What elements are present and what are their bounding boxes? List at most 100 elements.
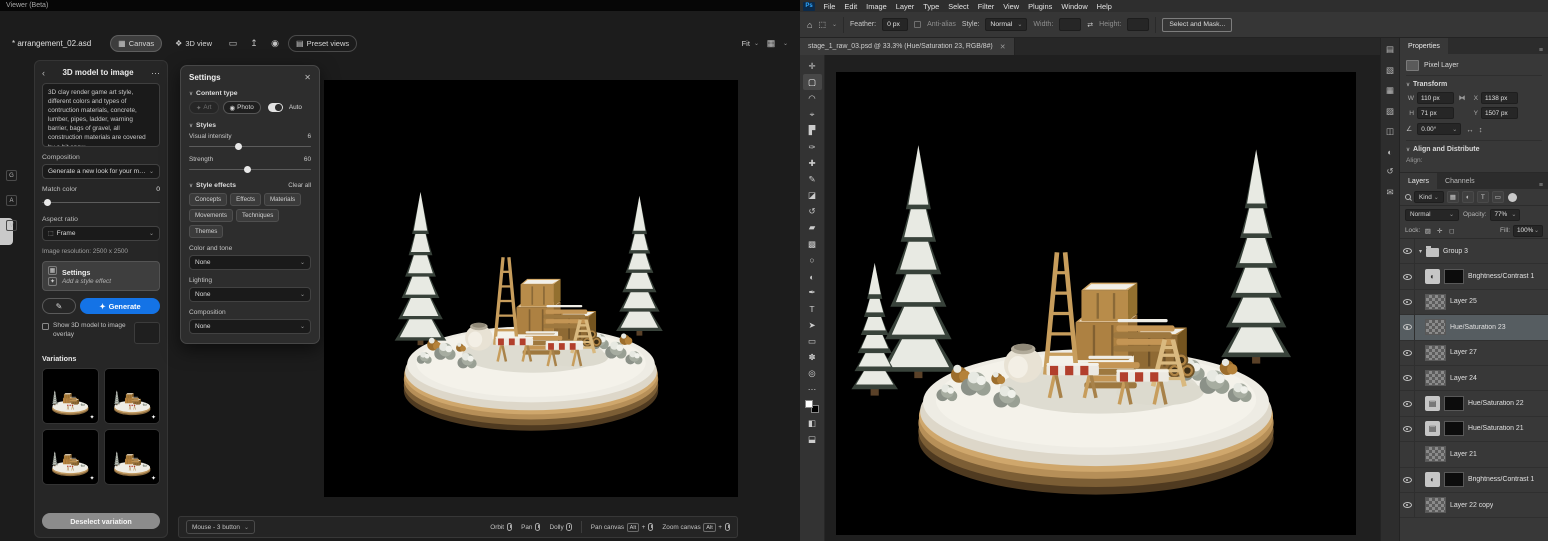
- generate-button[interactable]: ✦ Generate: [80, 298, 160, 314]
- chevron-down-icon[interactable]: ∨: [189, 91, 193, 97]
- visibility-toggle[interactable]: [1400, 315, 1415, 340]
- width-input[interactable]: [1059, 18, 1082, 31]
- adjustments-panel-icon[interactable]: ◐: [1387, 147, 1392, 157]
- menu-edit[interactable]: Edit: [840, 2, 862, 11]
- chip-effects[interactable]: Effects: [230, 193, 261, 206]
- antialias-checkbox[interactable]: [914, 21, 922, 28]
- viewer-3d-canvas[interactable]: [324, 80, 738, 497]
- menu-view[interactable]: View: [999, 2, 1024, 11]
- clone-stamp-tool[interactable]: ◪: [803, 188, 822, 204]
- layer-thumbnail[interactable]: [1425, 446, 1446, 463]
- lock-position-icon[interactable]: ✛: [1435, 227, 1444, 235]
- link-icon[interactable]: ⧓: [1457, 94, 1467, 102]
- variation-thumbnail[interactable]: ✦: [103, 429, 160, 485]
- patterns-panel-icon[interactable]: ▨: [1386, 106, 1394, 117]
- blur-tool[interactable]: ○: [803, 252, 822, 268]
- visibility-toggle[interactable]: [1400, 391, 1415, 416]
- menu-type[interactable]: Type: [919, 2, 944, 11]
- select-and-mask-button[interactable]: Select and Mask...: [1162, 17, 1233, 32]
- object-selection-tool[interactable]: ⌖: [803, 107, 822, 123]
- visual-intensity-slider[interactable]: [189, 142, 311, 151]
- clear-all-link[interactable]: Clear all: [288, 182, 311, 189]
- menu-select[interactable]: Select: [944, 2, 974, 11]
- history-brush-tool[interactable]: ↺: [803, 204, 822, 220]
- brightness-contrast-icon[interactable]: ◐: [1425, 269, 1440, 285]
- zoom-grid-icon[interactable]: ▦: [763, 38, 779, 49]
- 3d-view-button[interactable]: ❖ 3D view: [167, 35, 220, 52]
- layer-row[interactable]: ▤ Hue/Saturation 22: [1400, 391, 1548, 417]
- filter-shape-icon[interactable]: ▭: [1491, 191, 1504, 203]
- rail-shortcut-g[interactable]: G: [6, 170, 17, 181]
- close-icon[interactable]: ✕: [1000, 43, 1006, 51]
- visibility-toggle[interactable]: [1400, 492, 1415, 518]
- zoom-tool[interactable]: ◎: [803, 366, 822, 382]
- layer-row[interactable]: ◐ Brightness/Contrast 1: [1400, 467, 1548, 493]
- panel-menu-icon[interactable]: ≡: [1539, 47, 1548, 54]
- dodge-tool[interactable]: ◐: [803, 268, 822, 284]
- ps-canvas-area[interactable]: [825, 55, 1380, 541]
- layer-thumbnail[interactable]: [1425, 370, 1446, 387]
- pen-tool[interactable]: ✒: [803, 285, 822, 301]
- layer-mask-thumbnail[interactable]: [1444, 269, 1464, 285]
- match-color-slider[interactable]: [42, 198, 160, 207]
- visibility-toggle[interactable]: [1400, 239, 1415, 264]
- menu-file[interactable]: File: [819, 2, 840, 11]
- monitor-icon[interactable]: ▭: [225, 38, 241, 49]
- libraries-panel-icon[interactable]: ◫: [1386, 126, 1394, 137]
- link-dimensions-icon[interactable]: ⇄: [1087, 21, 1093, 29]
- gradient-tool[interactable]: ▩: [803, 236, 822, 252]
- ps-document-canvas[interactable]: [836, 72, 1356, 535]
- flip-vertical-icon[interactable]: ↕: [1479, 125, 1483, 134]
- layer-mask-thumbnail[interactable]: [1444, 472, 1464, 488]
- color-panel-icon[interactable]: ▤: [1386, 44, 1394, 55]
- layer-row[interactable]: Layer 21: [1400, 442, 1548, 468]
- menu-image[interactable]: Image: [862, 2, 892, 11]
- aspect-ratio-select[interactable]: ⬚ Frame ⌄: [42, 226, 160, 241]
- visibility-toggle[interactable]: [1400, 365, 1415, 391]
- chevron-down-icon[interactable]: ∨: [1406, 147, 1410, 153]
- color-and-tone-select[interactable]: None ⌄: [189, 255, 311, 270]
- rectangular-marquee-tool[interactable]: ▢: [802, 74, 822, 91]
- color-swatches[interactable]: [805, 399, 819, 413]
- eyedropper-tool[interactable]: ✑: [803, 139, 822, 155]
- layer-row[interactable]: ◐ Brightness/Contrast 1: [1400, 264, 1548, 290]
- comments-panel-icon[interactable]: ✉: [1386, 187, 1393, 198]
- rectangle-tool[interactable]: ▭: [803, 333, 822, 349]
- width-field[interactable]: 110 px: [1417, 92, 1454, 104]
- layer-row[interactable]: ▾ Group 3: [1400, 239, 1548, 265]
- hue-saturation-icon[interactable]: ▤: [1425, 421, 1440, 437]
- opacity-field[interactable]: 77% ⌄: [1490, 208, 1521, 221]
- screen-mode-icon[interactable]: ⬓: [803, 431, 822, 447]
- visibility-toggle[interactable]: [1400, 416, 1415, 442]
- spot-healing-brush-tool[interactable]: ✚: [803, 155, 822, 171]
- lasso-tool[interactable]: ◠: [803, 90, 822, 106]
- photo-button[interactable]: ◉ Photo: [222, 101, 261, 114]
- layer-thumbnail[interactable]: [1425, 319, 1446, 336]
- home-icon[interactable]: ⌂: [807, 20, 812, 30]
- style-settings-card[interactable]: ▦ ✦ Settings Add a style effect: [42, 261, 160, 291]
- visibility-toggle[interactable]: [1400, 340, 1415, 365]
- style-select[interactable]: Normal ⌄: [985, 18, 1028, 31]
- menu-filter[interactable]: Filter: [973, 2, 998, 11]
- brightness-contrast-icon[interactable]: ◐: [1425, 472, 1440, 488]
- menu-window[interactable]: Window: [1057, 2, 1092, 11]
- chip-materials[interactable]: Materials: [263, 193, 302, 206]
- visibility-toggle[interactable]: [1400, 467, 1415, 492]
- type-tool[interactable]: T: [803, 301, 822, 317]
- rail-shortcut-v[interactable]: V: [6, 220, 17, 231]
- viewer-document-tab[interactable]: * arrangement_02.asd: [12, 39, 91, 48]
- layer-row[interactable]: ▤ Hue/Saturation 21: [1400, 416, 1548, 443]
- layer-row[interactable]: Layer 24: [1400, 365, 1548, 392]
- move-tool[interactable]: ✛: [803, 58, 822, 74]
- y-field[interactable]: 1507 px: [1481, 107, 1518, 119]
- share-icon[interactable]: ↥: [246, 38, 262, 49]
- chip-themes[interactable]: Themes: [189, 225, 224, 238]
- layer-row[interactable]: Layer 22 copy: [1400, 492, 1548, 519]
- height-input[interactable]: [1127, 18, 1150, 31]
- preset-views-button[interactable]: ▤ Preset views: [288, 34, 358, 52]
- height-field[interactable]: 71 px: [1417, 107, 1454, 119]
- filter-type-icon[interactable]: T: [1476, 191, 1489, 203]
- menu-help[interactable]: Help: [1092, 2, 1116, 11]
- blend-mode-select[interactable]: Normal ⌄: [1405, 208, 1459, 221]
- layer-mask-thumbnail[interactable]: [1444, 396, 1464, 412]
